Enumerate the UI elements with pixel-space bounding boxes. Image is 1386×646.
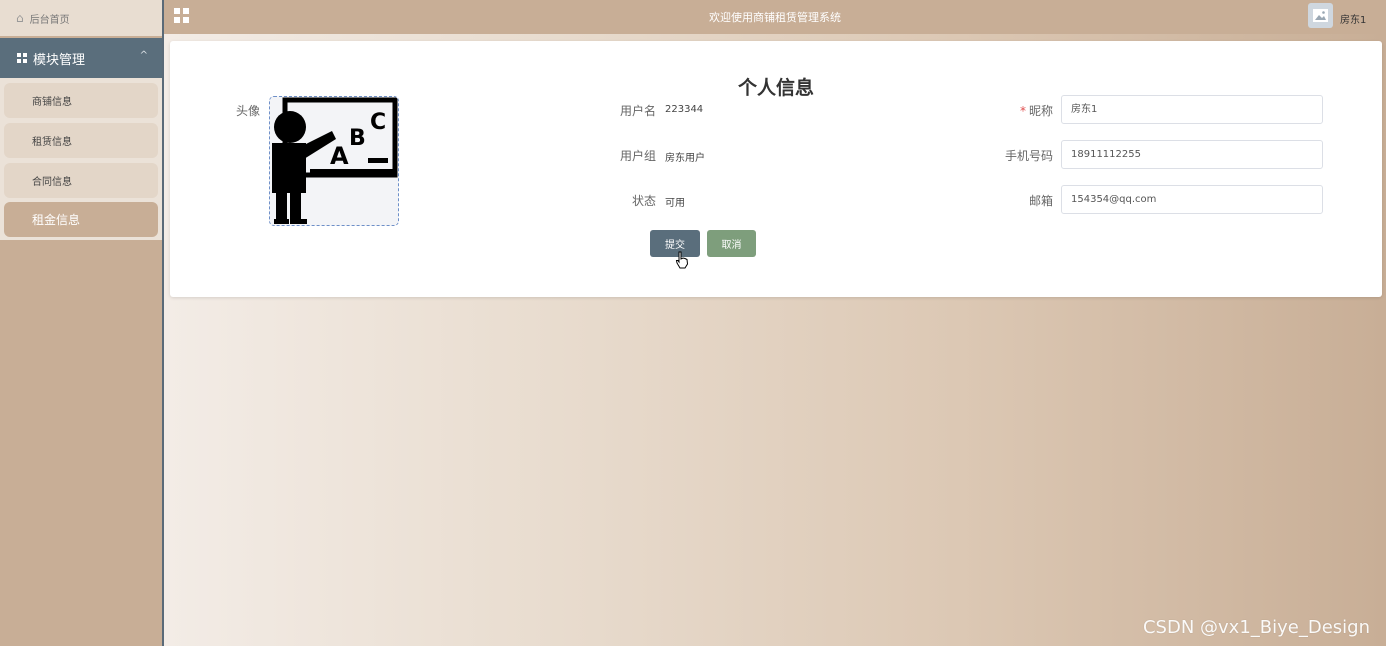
nickname-label-text: 昵称: [1028, 104, 1053, 118]
username-value: 223344: [665, 104, 704, 115]
image-icon: [1313, 9, 1328, 22]
profile-card: 个人信息 头像 A B C 用户名 223344 用户组 房东用户 状态 可用 …: [170, 41, 1382, 297]
user-group-label: 用户组: [619, 149, 656, 163]
home-icon: ⌂: [16, 11, 24, 25]
watermark: CSDN @vx1_Biye_Design: [1142, 617, 1370, 638]
top-bar: 欢迎使用商铺租赁管理系统 房东1: [164, 0, 1386, 34]
user-group-value: 房东用户: [665, 153, 705, 164]
nickname-label: * 昵称: [973, 102, 1053, 119]
svg-text:A: A: [330, 142, 349, 170]
sidebar-submenu: 商铺信息 租赁信息 合同信息 租金信息: [0, 78, 162, 240]
sidebar-item-label: 租金信息: [32, 213, 81, 227]
email-input[interactable]: 154354@qq.com: [1061, 185, 1323, 214]
phone-label: 手机号码: [1004, 149, 1053, 163]
username-field-label: 用户名: [619, 104, 656, 118]
required-marker: *: [1019, 104, 1026, 118]
username-label[interactable]: 房东1: [1340, 11, 1366, 26]
teacher-avatar-icon: A B C: [270, 97, 398, 225]
sidebar-item-label: 商铺信息: [32, 97, 72, 108]
sidebar-module-header[interactable]: 模块管理 ^: [0, 38, 162, 78]
email-label: 邮箱: [1028, 194, 1053, 208]
svg-text:C: C: [370, 110, 386, 135]
sidebar-item-shop-info[interactable]: 商铺信息: [4, 83, 158, 118]
avatar-label: 头像: [235, 104, 260, 118]
sidebar-item-contract-info[interactable]: 合同信息: [4, 163, 158, 198]
avatar-upload[interactable]: A B C: [269, 96, 399, 226]
sidebar-item-label: 后台首页: [29, 14, 70, 26]
phone-input[interactable]: 18911112255: [1061, 140, 1323, 169]
svg-text:B: B: [349, 126, 366, 151]
cancel-button[interactable]: 取消: [707, 230, 756, 257]
sidebar-item-label: 租赁信息: [32, 137, 72, 148]
status-value: 可用: [665, 198, 685, 209]
chevron-up-icon: ^: [139, 50, 148, 61]
user-avatar[interactable]: [1308, 3, 1333, 28]
sidebar-item-lease-info[interactable]: 租赁信息: [4, 123, 158, 158]
app-title: 欢迎使用商铺租赁管理系统: [709, 11, 841, 24]
main-content: 个人信息 头像 A B C 用户名 223344 用户组 房东用户 状态 可用 …: [164, 34, 1386, 646]
sidebar-module-label: 模块管理: [33, 52, 86, 68]
sidebar-item-rent-info[interactable]: 租金信息: [4, 202, 158, 237]
nickname-input[interactable]: 房东1: [1061, 95, 1323, 124]
grid-icon: [17, 53, 27, 63]
sidebar-item-label: 合同信息: [32, 177, 72, 188]
status-label: 状态: [631, 194, 656, 208]
sidebar: ⌂ 后台首页 模块管理 ^ 商铺信息 租赁信息 合同信息 租金信息: [0, 0, 164, 646]
sidebar-item-home[interactable]: ⌂ 后台首页: [0, 0, 162, 36]
hand-cursor-icon: [675, 251, 689, 269]
